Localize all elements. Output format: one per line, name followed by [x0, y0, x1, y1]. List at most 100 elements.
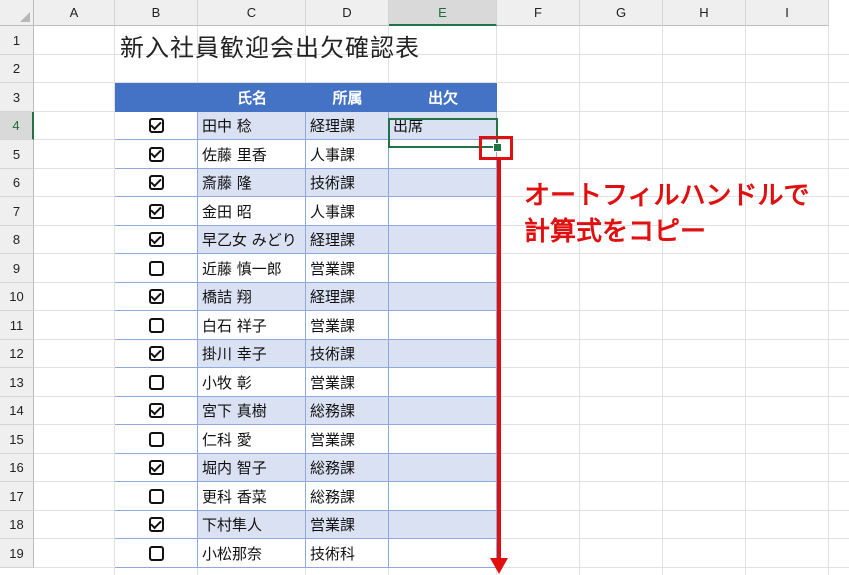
checkbox-unchecked[interactable] — [148, 545, 164, 561]
row-header-19[interactable]: 19 — [0, 539, 34, 568]
name-cell[interactable]: 早乙女 みどり — [198, 226, 306, 254]
checkbox-checked[interactable] — [148, 517, 164, 532]
column-header-a[interactable]: A — [34, 0, 115, 26]
dept-cell[interactable]: 総務課 — [306, 397, 389, 425]
dept-cell[interactable]: 営業課 — [306, 311, 389, 340]
fill-down-arrow-head — [490, 558, 508, 574]
name-cell[interactable]: 仁科 愛 — [198, 425, 306, 454]
row-header-9[interactable]: 9 — [0, 254, 34, 283]
row-header-4[interactable]: 4 — [0, 112, 34, 140]
attendance-cell[interactable] — [389, 169, 497, 197]
name-cell[interactable]: 更科 香菜 — [198, 482, 306, 511]
checkbox-cell — [115, 425, 198, 454]
dept-cell[interactable]: 営業課 — [306, 254, 389, 283]
name-cell[interactable]: 斎藤 隆 — [198, 169, 306, 197]
column-header-h[interactable]: H — [663, 0, 746, 26]
checkbox-unchecked[interactable] — [148, 488, 164, 504]
attendance-cell[interactable] — [389, 226, 497, 254]
checkbox-unchecked[interactable] — [148, 317, 164, 333]
attendance-cell[interactable] — [389, 368, 497, 397]
attendance-cell[interactable] — [389, 340, 497, 368]
name-cell[interactable]: 堀内 智子 — [198, 454, 306, 482]
name-cell[interactable]: 金田 昭 — [198, 197, 306, 226]
attendance-cell[interactable] — [389, 311, 497, 340]
autofill-handle-highlight — [479, 136, 513, 160]
attendance-cell[interactable] — [389, 283, 497, 311]
attendance-cell[interactable] — [389, 539, 497, 568]
row-header-2[interactable]: 2 — [0, 55, 34, 83]
checkbox-checked[interactable] — [148, 460, 164, 475]
dept-cell[interactable]: 人事課 — [306, 140, 389, 169]
row-header-14[interactable]: 14 — [0, 397, 34, 425]
column-header-b[interactable]: B — [115, 0, 198, 26]
gridline-vertical — [745, 26, 746, 575]
row-header-7[interactable]: 7 — [0, 197, 34, 226]
name-cell[interactable]: 下村隼人 — [198, 511, 306, 539]
column-header-d[interactable]: D — [306, 0, 389, 26]
name-cell[interactable]: 田中 稔 — [198, 112, 306, 140]
select-all-corner[interactable] — [0, 0, 34, 26]
column-header-g[interactable]: G — [580, 0, 663, 26]
checkbox-unchecked[interactable] — [148, 431, 164, 447]
checkbox-cell — [115, 112, 198, 140]
row-header-18[interactable]: 18 — [0, 511, 34, 539]
dept-cell[interactable]: 経理課 — [306, 283, 389, 311]
attendance-cell[interactable] — [389, 425, 497, 454]
column-header-c[interactable]: C — [198, 0, 306, 26]
checkbox-unchecked[interactable] — [148, 260, 164, 276]
dept-cell[interactable]: 総務課 — [306, 482, 389, 511]
row-header-6[interactable]: 6 — [0, 169, 34, 197]
checkbox-checked[interactable] — [148, 118, 164, 133]
attendance-cell[interactable] — [389, 454, 497, 482]
dept-cell[interactable]: 技術課 — [306, 169, 389, 197]
row-header-1[interactable]: 1 — [0, 26, 34, 55]
row-header-13[interactable]: 13 — [0, 368, 34, 397]
checkbox-checked[interactable] — [148, 146, 164, 162]
name-cell[interactable]: 掛川 幸子 — [198, 340, 306, 368]
table-header-dept: 所属 — [306, 83, 389, 112]
checkbox-checked[interactable] — [148, 232, 164, 247]
attendance-cell[interactable] — [389, 397, 497, 425]
dept-cell[interactable]: 総務課 — [306, 454, 389, 482]
row-header-11[interactable]: 11 — [0, 311, 34, 340]
dept-cell[interactable]: 営業課 — [306, 511, 389, 539]
row-header-10[interactable]: 10 — [0, 283, 34, 311]
name-cell[interactable]: 小松那奈 — [198, 539, 306, 568]
name-cell[interactable]: 近藤 慎一郎 — [198, 254, 306, 283]
dept-cell[interactable]: 人事課 — [306, 197, 389, 226]
dept-cell[interactable]: 技術科 — [306, 539, 389, 568]
name-cell[interactable]: 橋詰 翔 — [198, 283, 306, 311]
column-header-f[interactable]: F — [497, 0, 580, 26]
checkbox-checked[interactable] — [148, 203, 164, 219]
row-header-3[interactable]: 3 — [0, 83, 34, 112]
annotation-callout: オートフィルハンドルで 計算式をコピー — [524, 178, 809, 250]
row-header-5[interactable]: 5 — [0, 140, 34, 169]
column-header-i[interactable]: I — [746, 0, 829, 26]
attendance-cell[interactable] — [389, 197, 497, 226]
name-cell[interactable]: 佐藤 里香 — [198, 140, 306, 169]
dept-cell[interactable]: 経理課 — [306, 112, 389, 140]
checkbox-checked[interactable] — [148, 403, 164, 418]
attendance-cell[interactable] — [389, 482, 497, 511]
checkbox-checked[interactable] — [148, 175, 164, 190]
dept-cell[interactable]: 技術課 — [306, 340, 389, 368]
row-header-15[interactable]: 15 — [0, 425, 34, 454]
checkbox-cell — [115, 511, 198, 539]
attendance-cell[interactable] — [389, 254, 497, 283]
column-header-e[interactable]: E — [389, 0, 497, 26]
name-cell[interactable]: 小牧 彰 — [198, 368, 306, 397]
row-header-12[interactable]: 12 — [0, 340, 34, 368]
checkbox-cell — [115, 283, 198, 311]
dept-cell[interactable]: 経理課 — [306, 226, 389, 254]
attendance-cell[interactable] — [389, 511, 497, 539]
row-header-16[interactable]: 16 — [0, 454, 34, 482]
dept-cell[interactable]: 営業課 — [306, 368, 389, 397]
name-cell[interactable]: 白石 祥子 — [198, 311, 306, 340]
row-header-8[interactable]: 8 — [0, 226, 34, 254]
dept-cell[interactable]: 営業課 — [306, 425, 389, 454]
row-header-17[interactable]: 17 — [0, 482, 34, 511]
checkbox-checked[interactable] — [148, 289, 164, 304]
checkbox-unchecked[interactable] — [148, 374, 164, 390]
name-cell[interactable]: 宮下 真樹 — [198, 397, 306, 425]
checkbox-checked[interactable] — [148, 346, 164, 361]
